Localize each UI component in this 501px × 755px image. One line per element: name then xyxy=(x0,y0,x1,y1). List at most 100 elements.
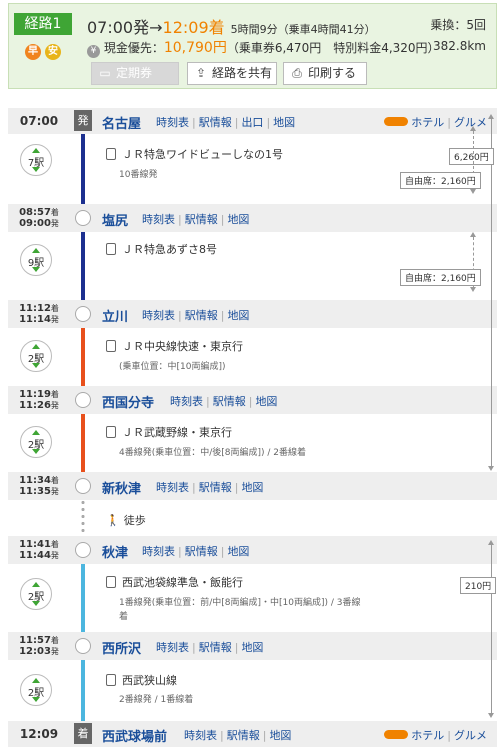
arrival-mark: 着 xyxy=(50,636,59,645)
station-time: 12:09 xyxy=(19,727,59,741)
departure-mark: 発 xyxy=(50,647,59,656)
timetable-link[interactable]: 時刻表 xyxy=(142,309,175,322)
stops-toggle-button[interactable]: 7駅 xyxy=(20,144,52,176)
pass-icon: ▭ xyxy=(99,66,111,80)
stops-toggle-button[interactable]: 2駅 xyxy=(20,340,52,372)
arrival-mark: 着 xyxy=(50,208,59,217)
timetable-link[interactable]: 時刻表 xyxy=(156,641,189,654)
print-label: 印刷する xyxy=(308,66,357,80)
arrival-time: 11:12 xyxy=(19,303,51,314)
share-icon: ⇪ xyxy=(195,66,207,80)
station-time: 07:00 xyxy=(19,114,59,128)
map-link[interactable]: 地図 xyxy=(227,309,249,322)
share-route-button[interactable]: ⇪ 経路を共有 xyxy=(187,62,277,85)
station-links: 時刻表 | 駅情報 | 地図 xyxy=(156,641,264,654)
station-row-shinakitsu: 11:34着 11:35発 新秋津 時刻表 | 駅情報 | 地図 xyxy=(8,472,497,500)
station-info-link[interactable]: 駅情報 xyxy=(185,545,218,558)
arrival-mark: 着 xyxy=(50,390,59,399)
timetable-link[interactable]: 時刻表 xyxy=(156,481,189,494)
timetable-link[interactable]: 時刻表 xyxy=(184,729,217,742)
arrival-mark: 着 xyxy=(50,304,59,313)
station-row-shiojiri: 08:57着 09:00発 塩尻 時刻表 | 駅情報 | 地図 xyxy=(8,204,497,232)
train-line-name: 西武池袋線準急・飯能行 xyxy=(122,576,243,589)
seibu-fare-arrow-down-icon xyxy=(488,713,494,718)
station-name[interactable]: 名古屋 xyxy=(102,113,141,132)
departure-mark: 発 xyxy=(50,219,59,228)
stops-toggle-button[interactable]: 2駅 xyxy=(20,426,52,458)
station-name[interactable]: 西所沢 xyxy=(102,638,141,657)
train-icon xyxy=(106,340,116,352)
seat-fee-arrow-down-icon xyxy=(470,189,476,194)
gourmet-link[interactable]: グルメ xyxy=(454,729,487,742)
map-link[interactable]: 地図 xyxy=(269,729,291,742)
map-link[interactable]: 地図 xyxy=(255,395,277,408)
station-info-link[interactable]: 駅情報 xyxy=(185,309,218,322)
train-line-name: ＪＲ中央線快速・東京行 xyxy=(122,340,243,353)
seat-fee-arrow-down-icon xyxy=(470,287,476,292)
expand-down-icon xyxy=(32,697,40,702)
station-info-link[interactable]: 駅情報 xyxy=(199,641,232,654)
train-icon xyxy=(106,243,116,255)
map-link[interactable]: 地図 xyxy=(227,213,249,226)
map-link[interactable]: 地図 xyxy=(241,481,263,494)
station-node xyxy=(75,478,91,494)
station-info-link[interactable]: 駅情報 xyxy=(199,116,232,129)
timetable-link[interactable]: 時刻表 xyxy=(156,116,189,129)
expand-up-icon xyxy=(32,344,40,349)
station-links: 時刻表 | 駅情報 | 地図 xyxy=(156,481,264,494)
station-links: 時刻表 | 駅情報 | 地図 xyxy=(142,309,250,322)
stops-toggle-button[interactable]: 9駅 xyxy=(20,244,52,276)
station-name[interactable]: 立川 xyxy=(102,306,128,325)
expand-down-icon xyxy=(32,267,40,272)
train-line-name: 西武狭山線 xyxy=(122,674,177,687)
station-info-link[interactable]: 駅情報 xyxy=(227,729,260,742)
arrival-time: 11:19 xyxy=(19,389,51,400)
expand-down-icon xyxy=(32,601,40,606)
expand-up-icon xyxy=(32,678,40,683)
station-info-link[interactable]: 駅情報 xyxy=(185,213,218,226)
station-name[interactable]: 西国分寺 xyxy=(102,392,154,411)
timetable-link[interactable]: 時刻表 xyxy=(170,395,203,408)
station-info-link[interactable]: 駅情報 xyxy=(199,481,232,494)
station-node xyxy=(75,638,91,654)
arrival-time: 11:34 xyxy=(19,475,51,486)
station-row-nishitokorozawa: 11:57着 12:03発 西所沢 時刻表 | 駅情報 | 地図 xyxy=(8,632,497,660)
train-line: ＪＲ特急ワイドビューしなの1号 xyxy=(106,146,283,162)
departure-time: 12:03 xyxy=(19,646,51,657)
hotel-link[interactable]: ホテル xyxy=(411,729,444,742)
station-info-link[interactable]: 駅情報 xyxy=(213,395,246,408)
map-link[interactable]: 地図 xyxy=(273,116,295,129)
station-row-nagoya: 07:00 発 名古屋 時刻表 | 駅情報 | 出口 | 地図 ホテル | グルメ xyxy=(8,108,497,134)
station-name[interactable]: 新秋津 xyxy=(102,478,141,497)
expand-down-icon xyxy=(32,449,40,454)
arrival-time: 08:57 xyxy=(19,207,51,218)
share-route-label: 経路を共有 xyxy=(212,66,273,80)
train-icon xyxy=(106,674,116,686)
station-links: 時刻表 | 駅情報 | 地図 xyxy=(184,729,292,742)
map-link[interactable]: 地図 xyxy=(241,641,263,654)
station-name[interactable]: 秋津 xyxy=(102,542,128,561)
departure-mark: 発 xyxy=(50,487,59,496)
timetable-link[interactable]: 時刻表 xyxy=(142,213,175,226)
departure-mark: 発 xyxy=(50,551,59,560)
exit-link[interactable]: 出口 xyxy=(241,116,263,129)
route-detail: 07:00 発 名古屋 時刻表 | 駅情報 | 出口 | 地図 ホテル | グルメ 7駅 ＪＲ特… xyxy=(8,104,497,749)
cheapest-icon: 安 xyxy=(45,44,61,60)
map-link[interactable]: 地図 xyxy=(227,545,249,558)
stops-toggle-button[interactable]: 2駅 xyxy=(20,578,52,610)
train-line-name: ＪＲ特急あずさ8号 xyxy=(122,243,217,256)
timetable-link[interactable]: 時刻表 xyxy=(142,545,175,558)
print-button[interactable]: ⎙ 印刷する xyxy=(283,62,367,85)
stops-toggle-button[interactable]: 2駅 xyxy=(20,674,52,706)
station-name[interactable]: 西武球場前 xyxy=(102,726,167,745)
station-name[interactable]: 塩尻 xyxy=(102,210,128,229)
station-row-akitsu: 11:41着 11:44発 秋津 時刻表 | 駅情報 | 地図 xyxy=(8,536,497,564)
station-node xyxy=(75,392,91,408)
seibu-fare-range-line xyxy=(491,544,492,714)
expand-up-icon xyxy=(32,148,40,153)
fare-arrow-down-icon xyxy=(488,466,494,471)
departure-time: 11:35 xyxy=(19,486,51,497)
commuter-pass-button[interactable]: ▭ 定期券 xyxy=(91,62,179,85)
expand-down-icon xyxy=(32,363,40,368)
hotel-link[interactable]: ホテル xyxy=(411,116,444,129)
